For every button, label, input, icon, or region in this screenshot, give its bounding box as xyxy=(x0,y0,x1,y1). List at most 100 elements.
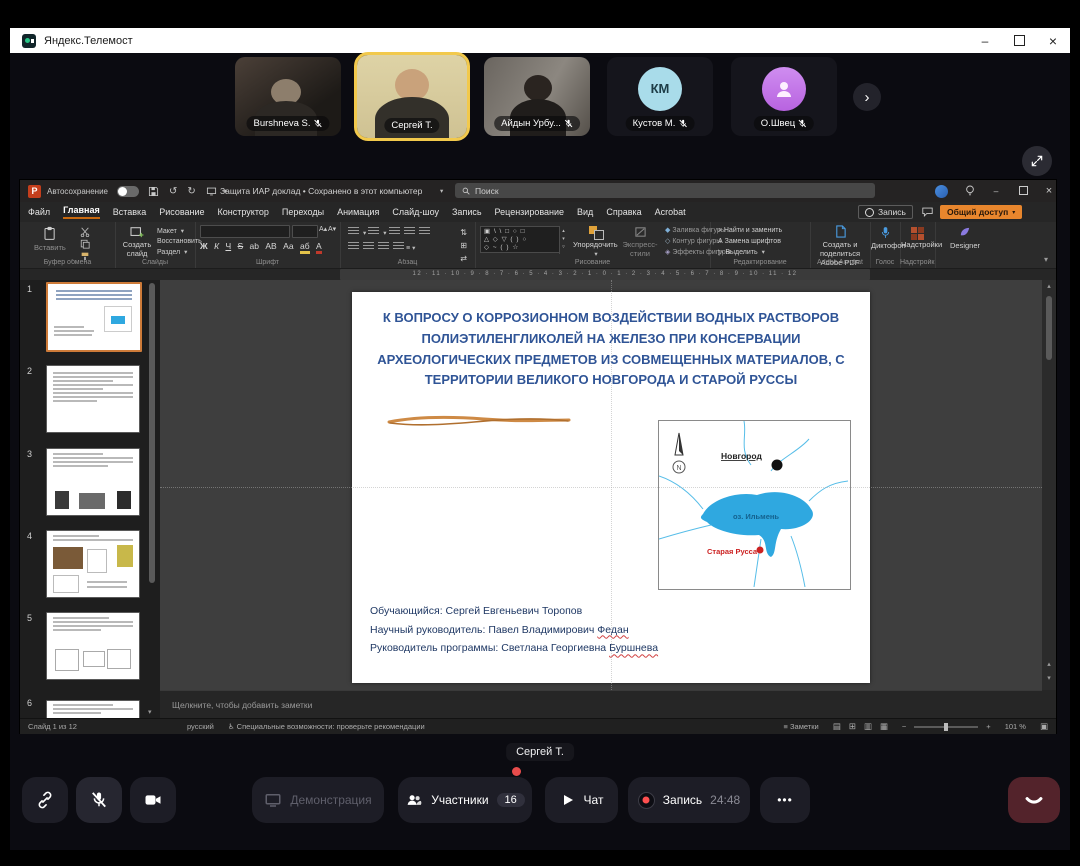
ppt-close-button[interactable]: × xyxy=(1038,185,1060,197)
thumbnail-scroll-down-icon[interactable]: ▾ xyxy=(148,708,152,716)
close-button[interactable]: × xyxy=(1036,28,1070,53)
ppt-minimize-button[interactable]: – xyxy=(985,186,1007,196)
next-slide-icon[interactable]: ▾ xyxy=(1042,674,1056,682)
addins-button[interactable]: Надстройки xyxy=(901,226,934,249)
tab-draw[interactable]: Рисование xyxy=(159,207,204,217)
font-size-combobox[interactable] xyxy=(292,225,318,238)
tab-slideshow[interactable]: Слайд-шоу xyxy=(392,207,439,217)
map-image[interactable]: N Новгород оз. Ильмень Старая Русса xyxy=(658,420,851,590)
share-button[interactable]: Общий доступ ▾ xyxy=(940,205,1022,219)
tab-home[interactable]: Главная xyxy=(63,205,100,219)
arrange-button[interactable]: Упорядочить ▾ xyxy=(573,226,617,259)
change-case-button[interactable]: Аа xyxy=(283,241,294,251)
dictate-button[interactable]: Диктофон xyxy=(871,226,899,250)
notes-pane[interactable]: Щелкните, чтобы добавить заметки xyxy=(160,690,1042,718)
tab-file[interactable]: Файл xyxy=(28,207,50,217)
zoom-out-button[interactable]: − xyxy=(902,722,906,731)
shrink-font-button[interactable]: А▾ xyxy=(328,225,336,233)
italic-button[interactable]: К xyxy=(214,241,219,251)
language-indicator[interactable]: русский xyxy=(187,722,214,731)
expand-shared-screen-button[interactable] xyxy=(1022,146,1052,176)
slide-thumbnail-1[interactable] xyxy=(46,282,142,352)
account-avatar[interactable] xyxy=(935,185,948,198)
tab-insert[interactable]: Вставка xyxy=(113,207,146,217)
participant-tile-burshneva[interactable]: Burshneva S. xyxy=(235,57,341,136)
zoom-in-button[interactable]: + xyxy=(986,722,990,731)
search-input[interactable]: Поиск xyxy=(455,183,875,198)
slide-thumbnail-6[interactable] xyxy=(46,700,140,718)
minimize-button[interactable]: – xyxy=(968,28,1002,53)
slide-credits-block[interactable]: Обучающийся: Сергей Евгеньевич Торопов Н… xyxy=(370,602,658,658)
record-button[interactable]: Запись xyxy=(858,205,913,219)
tab-review[interactable]: Рецензирование xyxy=(495,207,565,217)
reading-view-icon[interactable]: ▥ xyxy=(864,721,872,732)
document-title[interactable]: Защита ИАР доклад • Сохранено в этот ком… xyxy=(220,186,422,196)
fit-slide-icon[interactable]: ▣ xyxy=(1040,721,1048,732)
slide-thumbnail-2[interactable] xyxy=(46,365,140,433)
copy-link-button[interactable] xyxy=(22,777,68,823)
quick-styles-button[interactable]: Экспресс-стили xyxy=(620,226,660,258)
copy-icon[interactable] xyxy=(80,239,90,249)
slide-scrollbar[interactable]: ▴ ▴ ▾ xyxy=(1042,280,1056,690)
designer-button[interactable]: Designer xyxy=(945,226,985,250)
share-screen-button[interactable]: Демонстрация xyxy=(252,777,384,823)
scroll-up-icon[interactable]: ▴ xyxy=(1042,280,1056,290)
undo-icon[interactable]: ↺ xyxy=(169,186,177,197)
tab-record[interactable]: Запись xyxy=(452,207,482,217)
cut-icon[interactable] xyxy=(80,227,90,237)
find-replace-button[interactable]: ⌕ Найти и заменить xyxy=(718,227,782,235)
more-options-button[interactable]: ••• xyxy=(760,777,810,823)
gallery-scrollbar[interactable]: ▴▾▿ xyxy=(559,227,568,254)
slide-title-text[interactable]: К ВОПРОСУ О КОРРОЗИОННОМ ВОЗДЕЙСТВИИ ВОД… xyxy=(369,308,853,391)
comment-icon[interactable] xyxy=(922,207,933,217)
participant-tile-kustov[interactable]: КМ Кустов М. xyxy=(607,57,713,136)
participant-tile-sergey[interactable]: Сергей Т. xyxy=(357,55,467,138)
font-color-button[interactable]: А xyxy=(316,241,322,254)
zoom-slider-thumb[interactable] xyxy=(944,723,948,731)
participant-tile-shvec[interactable]: О.Швец xyxy=(731,57,837,136)
normal-view-icon[interactable]: ▤ xyxy=(833,721,841,732)
underline-button[interactable]: Ч xyxy=(225,241,231,251)
zoom-level[interactable]: 101 % xyxy=(1005,722,1026,731)
tab-acrobat[interactable]: Acrobat xyxy=(655,207,686,217)
tab-animations[interactable]: Анимация xyxy=(337,207,379,217)
next-participants-button[interactable]: › xyxy=(853,83,881,111)
text-shadow-button[interactable]: ab xyxy=(250,241,259,251)
shapes-gallery[interactable]: ▣ \ \ □ ○ □ △ ◇ ▽ ( ) ○ ◇ ~ ( ) ☆ ▴▾▿ xyxy=(480,226,560,253)
needle-artifact-image[interactable] xyxy=(384,414,574,428)
zoom-slider[interactable] xyxy=(914,726,978,728)
redo-icon[interactable]: ↻ xyxy=(187,186,195,197)
paste-button[interactable]: Вставить xyxy=(34,226,66,252)
tab-help[interactable]: Справка xyxy=(606,207,641,217)
slide-counter[interactable]: Слайд 1 из 12 xyxy=(28,722,77,731)
alignment-buttons[interactable]: ≡▾ xyxy=(346,241,415,252)
thumbnail-scrollbar[interactable] xyxy=(149,283,155,583)
chat-button[interactable]: Чат xyxy=(545,777,618,823)
strikethrough-button[interactable]: S xyxy=(238,241,244,251)
title-dropdown-icon[interactable]: ▾ xyxy=(440,187,443,195)
char-spacing-button[interactable]: АВ xyxy=(265,241,276,251)
scrollbar-thumb[interactable] xyxy=(1046,296,1052,360)
lightbulb-icon[interactable] xyxy=(965,185,975,197)
participant-tile-aydyn[interactable]: Айдын Урбу... xyxy=(484,57,590,136)
slide-thumbnail-3[interactable] xyxy=(46,448,140,516)
new-slide-button[interactable]: Создать слайд xyxy=(119,226,155,258)
autosave-toggle[interactable] xyxy=(117,186,139,197)
replace-fonts-button[interactable]: А Замена шрифтов xyxy=(718,238,782,245)
notes-toggle-button[interactable]: ≡ Заметки xyxy=(784,722,819,731)
tab-design[interactable]: Конструктор xyxy=(218,207,269,217)
font-name-combobox[interactable] xyxy=(200,225,290,238)
slideshow-icon[interactable] xyxy=(206,186,217,197)
slide-sorter-icon[interactable]: ⊞ xyxy=(849,721,856,732)
accessibility-status[interactable]: ♿ Специальные возможности: проверьте рек… xyxy=(228,722,425,731)
slide-thumbnail-4[interactable] xyxy=(46,530,140,598)
camera-button[interactable] xyxy=(130,777,176,823)
slideshow-view-icon[interactable]: ▦ xyxy=(880,721,888,732)
record-meeting-button[interactable]: Запись 24:48 xyxy=(628,777,750,823)
tab-transitions[interactable]: Переходы xyxy=(282,207,324,217)
slide-canvas[interactable]: К ВОПРОСУ О КОРРОЗИОННОМ ВОЗДЕЙСТВИИ ВОД… xyxy=(352,292,870,683)
bold-button[interactable]: Ж xyxy=(200,241,208,251)
highlight-color-button[interactable]: аб xyxy=(300,241,310,254)
previous-slide-icon[interactable]: ▴ xyxy=(1042,660,1056,668)
participants-button[interactable]: Участники 16 xyxy=(398,777,532,823)
